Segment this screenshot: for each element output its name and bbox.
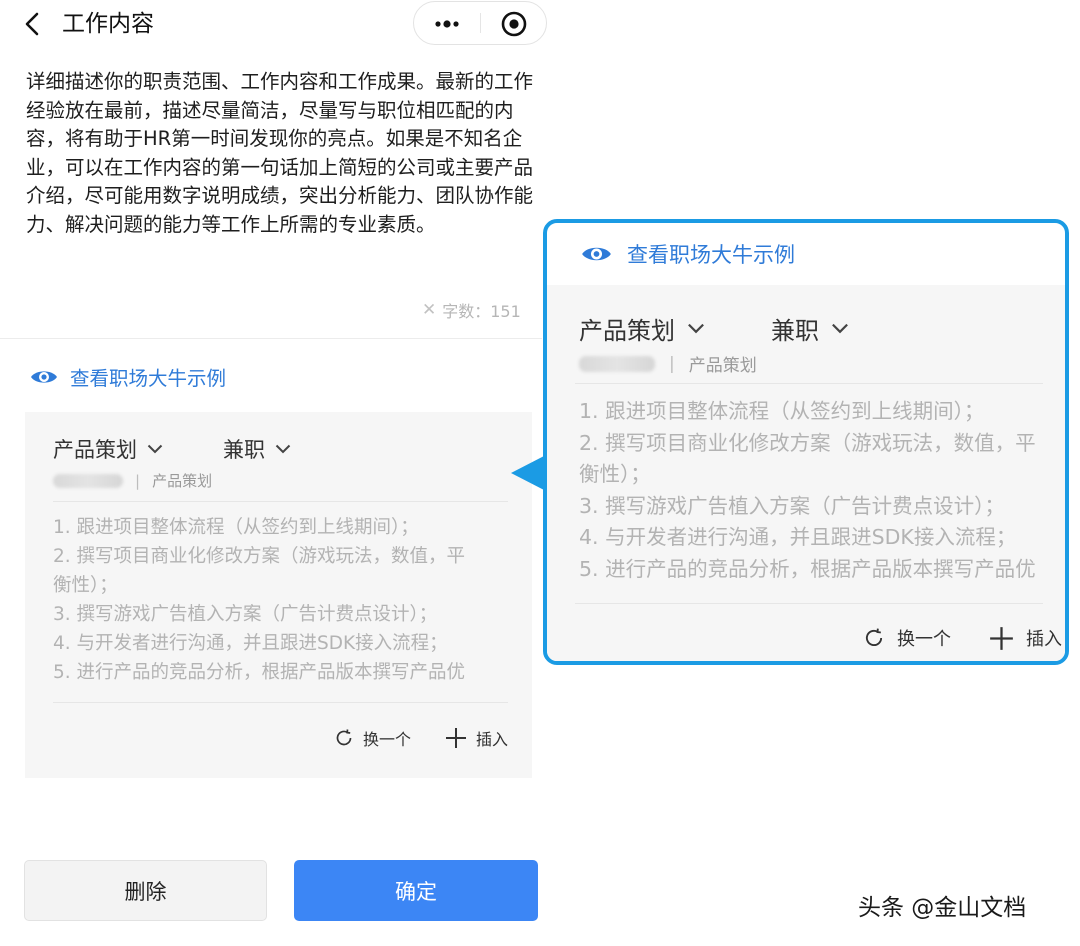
job-content-textarea[interactable]: 详细描述你的职责范围、工作内容和工作成果。最新的工作经验放在最前，描述尽量简洁，… bbox=[26, 68, 538, 240]
word-count-label: 字数：151 bbox=[442, 302, 521, 321]
role-dropdown[interactable]: 产品策划 bbox=[53, 434, 163, 464]
refresh-icon bbox=[865, 628, 883, 647]
job-type-dropdown[interactable]: 兼职 bbox=[223, 434, 291, 464]
example-meta: | 产品策划 bbox=[53, 470, 212, 491]
example-item: 1. 跟进项目整体流程（从签约到上线期间）； bbox=[53, 517, 419, 538]
word-count: ✕ 字数：151 bbox=[422, 298, 521, 322]
swap-label: 换一个 bbox=[362, 730, 411, 749]
example-item: 4. 与开发者进行沟通，并且跟进SDK接入流程； bbox=[579, 525, 1017, 550]
back-chevron-icon[interactable] bbox=[18, 8, 48, 40]
chevron-down-icon bbox=[147, 444, 163, 454]
mini-program-capsule bbox=[413, 1, 547, 45]
example-items: 1. 跟进项目整体流程（从签约到上线期间）； 2. 撰写项目商业化修改方案（游戏… bbox=[579, 396, 1059, 586]
plus-icon bbox=[990, 626, 1013, 650]
job-type-label: 兼职 bbox=[771, 317, 819, 345]
example-item: 5. 进行产品的竞品分析，根据产品版本撰写产品优 bbox=[579, 556, 1036, 581]
role-label: 产品策划 bbox=[53, 438, 137, 462]
plus-icon bbox=[445, 728, 466, 748]
zoom-callout: 查看职场大牛示例 产品策划 兼职 | 产品策划 1. 跟进项目整体流程（从签约到… bbox=[543, 219, 1069, 665]
card-divider bbox=[575, 383, 1043, 384]
example-card: 产品策划 兼职 | 产品策划 1. 跟进项目整体流程（从签约到上线期间）； 2.… bbox=[25, 412, 532, 778]
insert-button[interactable]: 插入 bbox=[989, 625, 1062, 651]
example-items: 1. 跟进项目整体流程（从签约到上线期间）； 2. 撰写项目商业化修改方案（游戏… bbox=[53, 513, 513, 687]
example-item: 衡性）； bbox=[53, 575, 118, 596]
card-divider bbox=[575, 603, 1043, 604]
insert-label: 插入 bbox=[475, 730, 508, 749]
blurred-company-name bbox=[53, 473, 123, 488]
page-title: 工作内容 bbox=[62, 11, 154, 37]
clear-text-icon[interactable]: ✕ bbox=[422, 300, 436, 320]
chevron-down-icon bbox=[688, 323, 704, 334]
card-divider bbox=[53, 501, 508, 502]
insert-button[interactable]: 插入 bbox=[445, 726, 508, 750]
top-bar: 工作内容 bbox=[0, 0, 548, 50]
swap-button[interactable]: 换一个 bbox=[863, 625, 951, 651]
close-target-icon[interactable] bbox=[481, 2, 547, 44]
watermark: 头条 @金山文档 bbox=[858, 895, 1027, 921]
meta-role: 产品策划 bbox=[688, 356, 757, 376]
callout-pointer bbox=[511, 456, 544, 490]
view-expert-example-link[interactable]: 查看职场大牛示例 bbox=[30, 362, 226, 391]
view-expert-example-link-zoom[interactable]: 查看职场大牛示例 bbox=[581, 239, 795, 269]
card-actions: 换一个 插入 bbox=[334, 726, 508, 750]
example-item: 2. 撰写项目商业化修改方案（游戏玩法，数值，平 bbox=[579, 430, 1036, 455]
example-item: 2. 撰写项目商业化修改方案（游戏玩法，数值，平 bbox=[53, 546, 466, 567]
role-row: 产品策划 兼职 bbox=[53, 434, 291, 464]
blurred-company-name bbox=[579, 355, 655, 372]
refresh-icon bbox=[336, 729, 352, 746]
card-actions: 换一个 插入 bbox=[863, 625, 1062, 651]
role-label: 产品策划 bbox=[579, 317, 675, 345]
chevron-down-icon bbox=[275, 444, 291, 454]
confirm-button[interactable]: 确定 bbox=[294, 860, 538, 921]
insert-label: 插入 bbox=[1026, 629, 1062, 650]
more-dots-icon[interactable] bbox=[414, 2, 480, 44]
example-item: 1. 跟进项目整体流程（从签约到上线期间）； bbox=[579, 399, 985, 423]
swap-label: 换一个 bbox=[897, 629, 951, 650]
meta-separator: | bbox=[135, 471, 141, 490]
meta-role: 产品策划 bbox=[152, 472, 213, 490]
example-item: 3. 撰写游戏广告植入方案（广告计费点设计）； bbox=[579, 493, 1005, 518]
swap-button[interactable]: 换一个 bbox=[334, 726, 411, 750]
example-meta: | 产品策划 bbox=[579, 351, 757, 376]
role-dropdown[interactable]: 产品策划 bbox=[579, 311, 705, 346]
card-divider bbox=[53, 702, 508, 703]
delete-button[interactable]: 删除 bbox=[24, 860, 267, 921]
job-type-label: 兼职 bbox=[223, 438, 265, 462]
example-item: 5. 进行产品的竞品分析，根据产品版本撰写产品优 bbox=[53, 662, 466, 683]
eye-icon bbox=[31, 370, 57, 383]
divider bbox=[0, 338, 542, 339]
role-row: 产品策划 兼职 bbox=[579, 311, 849, 346]
chevron-down-icon bbox=[832, 323, 848, 334]
job-type-dropdown[interactable]: 兼职 bbox=[771, 311, 849, 346]
example-link-label: 查看职场大牛示例 bbox=[627, 243, 795, 267]
eye-icon bbox=[582, 247, 611, 261]
example-item: 衡性）； bbox=[579, 462, 651, 487]
meta-separator: | bbox=[669, 353, 675, 374]
example-link-label: 查看职场大牛示例 bbox=[70, 367, 227, 390]
example-item: 3. 撰写游戏广告植入方案（广告计费点设计）； bbox=[53, 604, 438, 625]
example-item: 4. 与开发者进行沟通，并且跟进SDK接入流程； bbox=[53, 633, 448, 654]
example-card-zoom: 产品策划 兼职 | 产品策划 1. 跟进项目整体流程（从签约到上线期间）； 2.… bbox=[547, 285, 1065, 661]
